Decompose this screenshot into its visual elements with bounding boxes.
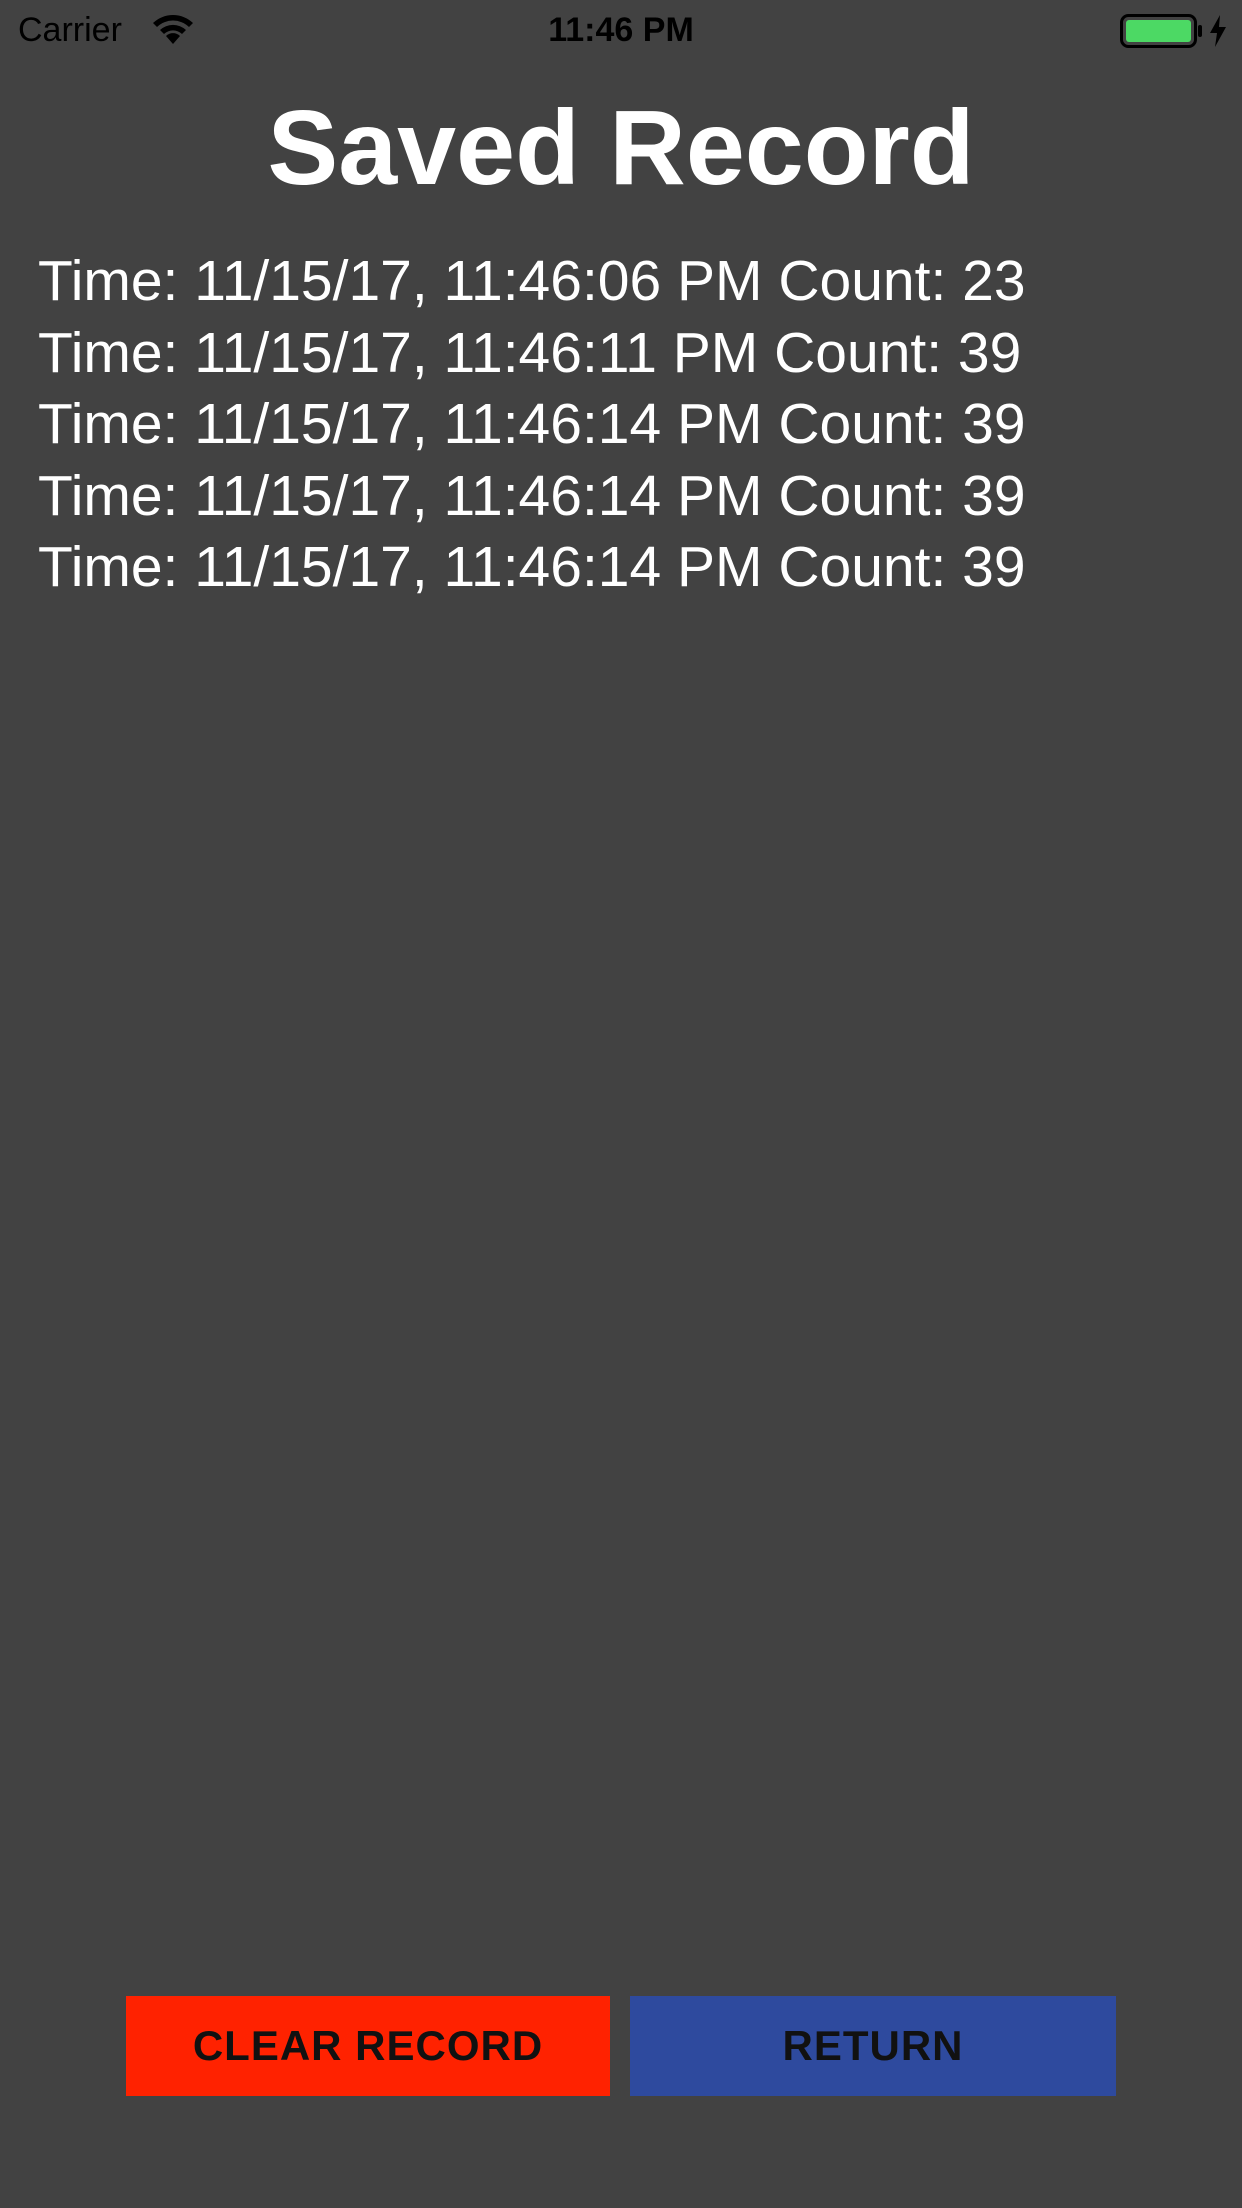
record-list: Time: 11/15/17, 11:46:06 PM Count: 23 Ti…	[38, 246, 1218, 604]
battery-icon	[1120, 14, 1202, 48]
clear-record-button[interactable]: CLEAR RECORD	[126, 1996, 610, 2096]
status-time: 11:46 PM	[548, 11, 694, 49]
return-button[interactable]: RETURN	[630, 1996, 1116, 2096]
record-item: Time: 11/15/17, 11:46:14 PM Count: 39	[38, 463, 1026, 528]
record-item: Time: 11/15/17, 11:46:14 PM Count: 39	[38, 535, 1026, 599]
record-item: Time: 11/15/17, 11:46:11 PM Count: 39	[38, 320, 1022, 385]
page-title: Saved Record	[267, 89, 975, 207]
status-bar: Carrier 11:46 PM	[0, 0, 1242, 60]
record-item: Time: 11/15/17, 11:46:06 PM Count: 23	[38, 249, 1026, 313]
record-item: Time: 11/15/17, 11:46:14 PM Count: 39	[38, 392, 1026, 456]
charging-bolt-icon	[1210, 15, 1226, 47]
